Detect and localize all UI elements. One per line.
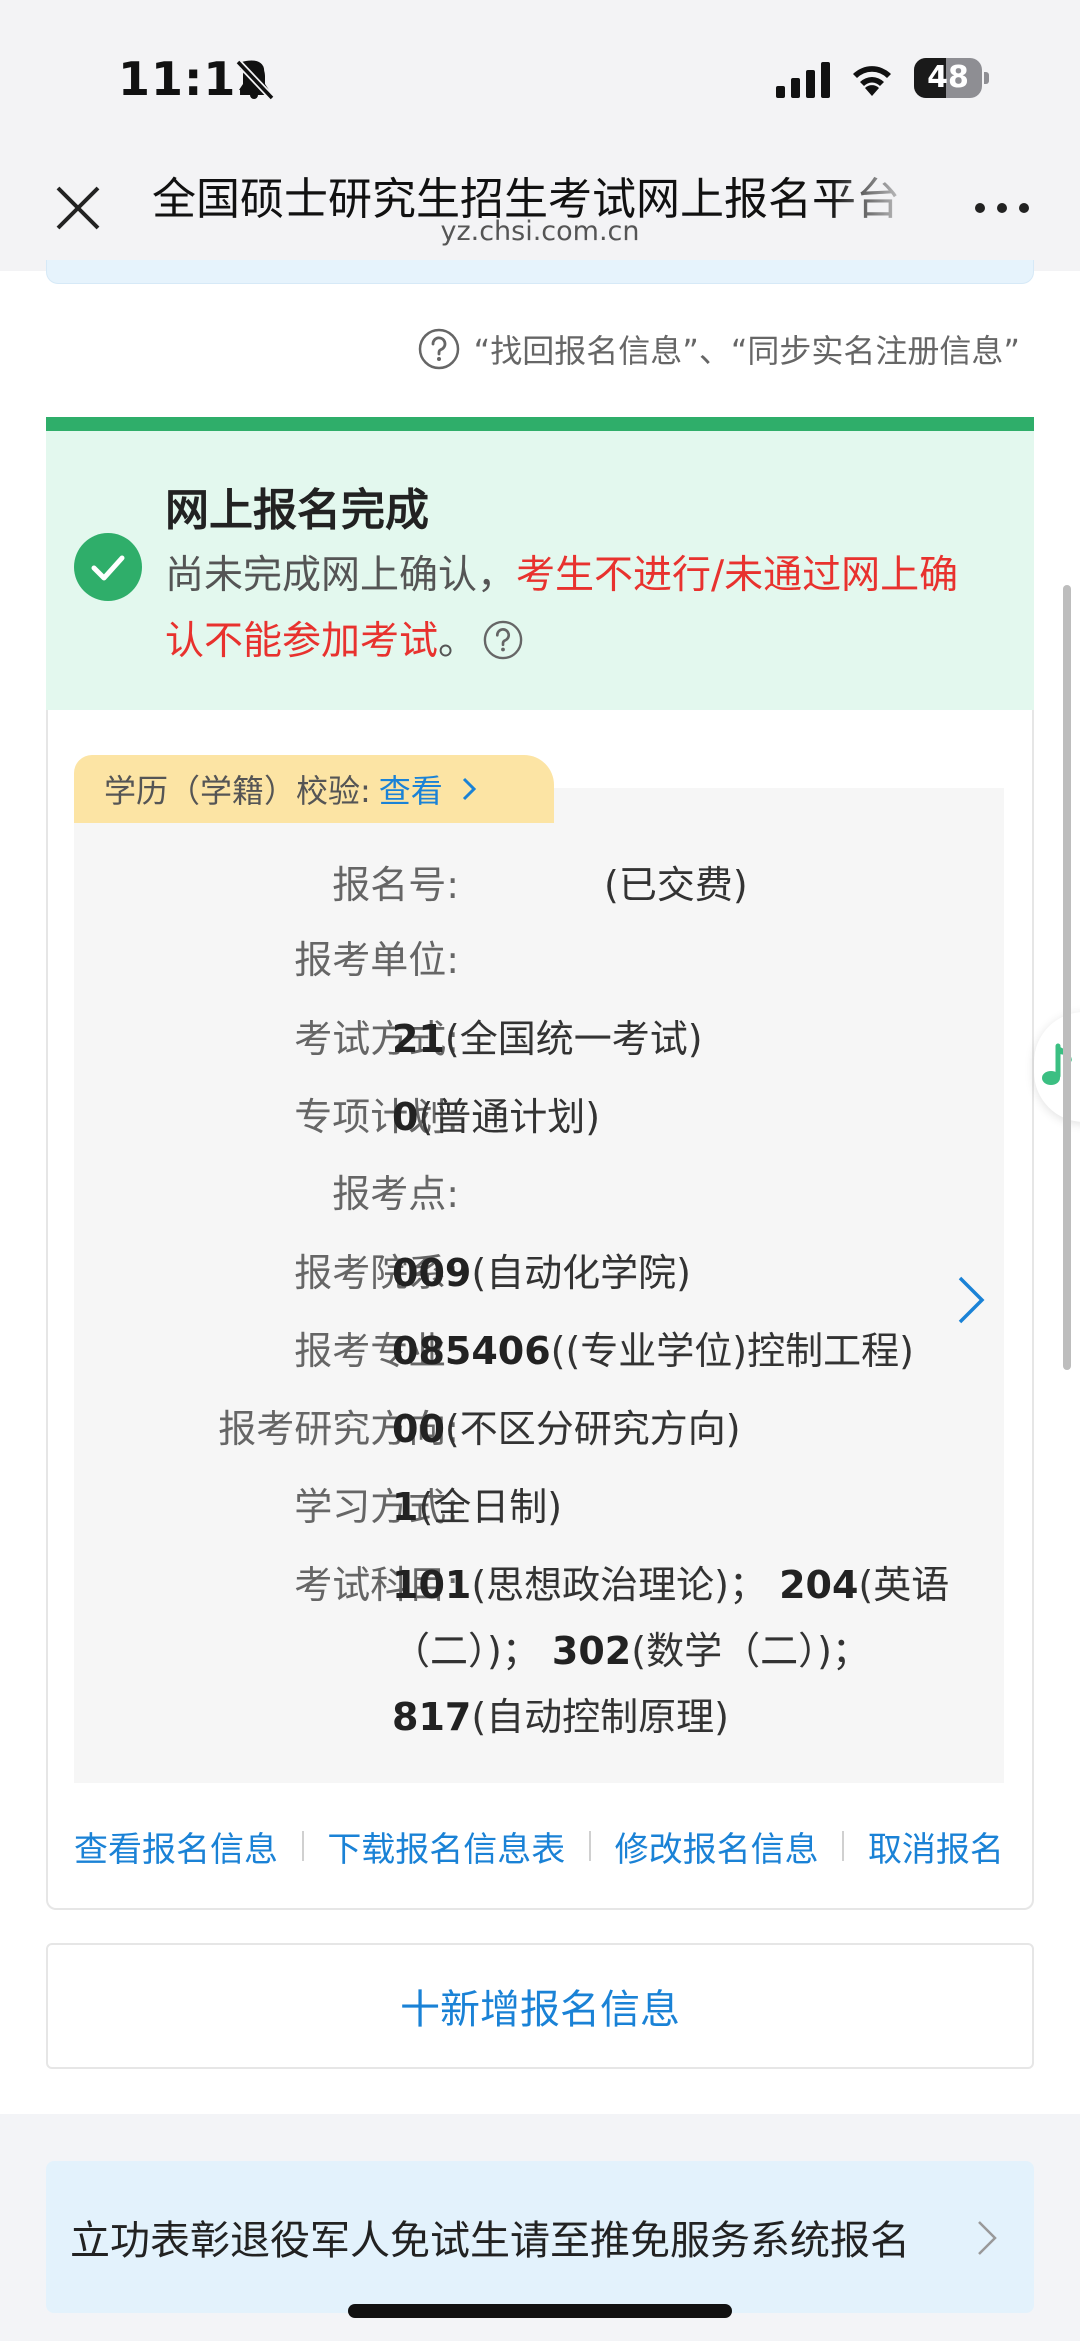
help-row[interactable]: “找回报名信息”、“同步实名注册信息” [418, 326, 1020, 372]
wifi-icon [853, 66, 891, 96]
download-registration-link[interactable]: 下载报名信息表 [327, 1822, 565, 1871]
veteran-banner[interactable]: 立功表彰退役军人免试生请至推免服务系统报名 [46, 2161, 1034, 2313]
status-message-end: 。 [438, 619, 478, 664]
divider [842, 1831, 845, 1861]
field-value: 009(自动化学院) [392, 1251, 691, 1295]
edit-registration-link[interactable]: 修改报名信息 [615, 1822, 819, 1871]
field-value: (已交费) [604, 863, 748, 907]
more-icon[interactable] [972, 196, 1032, 220]
page-domain: yz.chsi.com.cn [440, 216, 640, 247]
field-label: 报名号: [332, 863, 459, 907]
field-label: 报考点: [332, 1172, 459, 1216]
question-icon [418, 328, 459, 370]
action-links: 查看报名信息 下载报名信息表 修改报名信息 取消报名 [74, 1818, 1004, 1874]
field-value: 085406((专业学位)控制工程) [392, 1329, 914, 1373]
status-title: 网上报名完成 [165, 485, 429, 536]
home-indicator[interactable] [348, 2304, 732, 2318]
banner-text: 立功表彰退役军人免试生请至推免服务系统报名 [70, 2218, 910, 2264]
field-value: 00(不区分研究方向) [392, 1407, 741, 1451]
verify-link[interactable]: 查看 [379, 766, 443, 812]
signal-icon [776, 62, 830, 98]
add-registration-button[interactable]: 十新增报名信息 [46, 1943, 1034, 2069]
bell-slash-icon [235, 59, 275, 101]
field-value: 0(普通计划) [392, 1095, 601, 1139]
floating-music-button[interactable] [1034, 1012, 1080, 1122]
chevron-right-icon [978, 2221, 997, 2255]
field-label: 报考单位: [294, 938, 459, 982]
divider [301, 1831, 304, 1861]
field-value: 1(全日制) [392, 1485, 563, 1529]
verify-label: 学历（学籍）校验: [104, 772, 371, 810]
notice-strip [46, 260, 1034, 284]
chevron-right-icon [462, 777, 476, 801]
divider [588, 1831, 591, 1861]
question-icon[interactable] [483, 620, 523, 660]
status-message-normal: 尚未完成网上确认， [165, 553, 517, 598]
battery-icon: 48 [914, 58, 990, 98]
field-value: 21(全国统一考试) [392, 1017, 703, 1061]
chevron-right-icon[interactable] [956, 1274, 986, 1326]
cancel-registration-link[interactable]: 取消报名 [868, 1822, 1004, 1871]
check-circle-icon [74, 533, 142, 601]
scrollbar[interactable] [1063, 585, 1071, 1370]
help-text: “找回报名信息”、“同步实名注册信息” [473, 332, 1020, 370]
status-message: 尚未完成网上确认，考生不进行/未通过网上确认不能参加考试。 [165, 543, 995, 675]
field-value: 101(思想政治理论)； 204(英语（二）)； 302(数学（二）)； 817… [392, 1563, 950, 1739]
battery-level: 48 [927, 60, 969, 95]
music-note-icon [1042, 1043, 1072, 1085]
view-registration-link[interactable]: 查看报名信息 [74, 1822, 278, 1871]
verify-tag[interactable]: 学历（学籍）校验: 查看 [74, 755, 554, 823]
